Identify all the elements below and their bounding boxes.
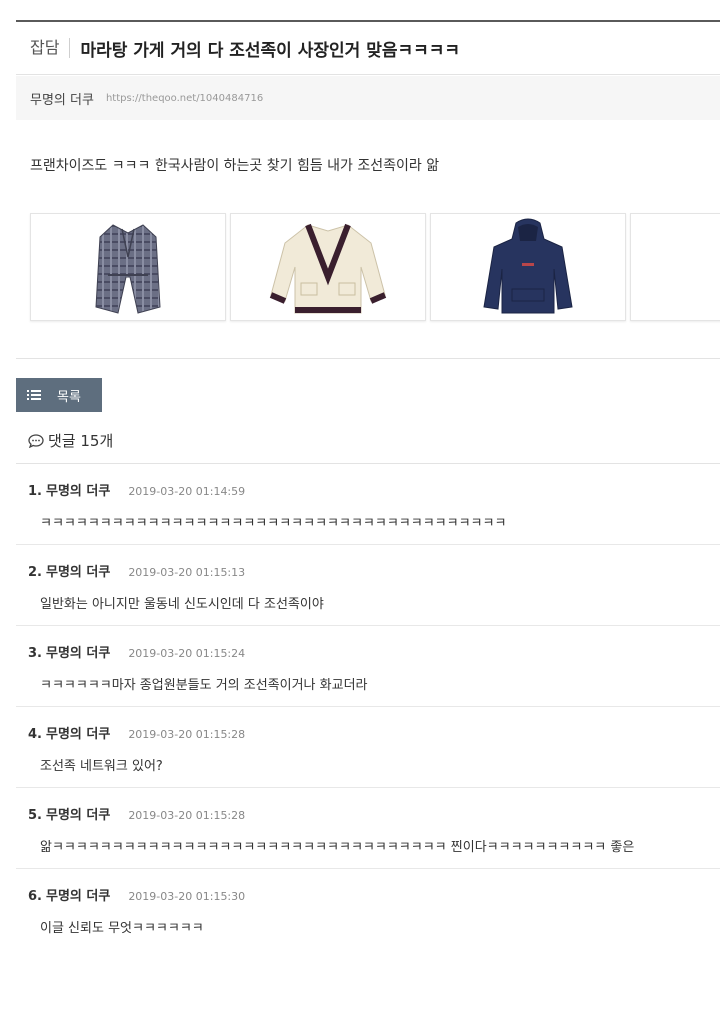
post-author: 무명의 더쿠 xyxy=(30,92,94,108)
comment-timestamp: 2019-03-20 01:15:28 xyxy=(128,728,246,741)
comment-number: 4. xyxy=(28,727,42,742)
post-url[interactable]: https://theqoo.net/1040484716 xyxy=(94,93,263,104)
navy-hoodie-image xyxy=(483,218,573,314)
product-strip xyxy=(30,213,720,321)
comment-timestamp: 2019-03-20 01:14:59 xyxy=(128,485,246,498)
comment-number: 2. xyxy=(28,565,42,580)
comment-text: 일반화는 아니지만 울동네 신도시인데 다 조선족이야 xyxy=(40,597,324,612)
comment-text: 조선족 네트워크 있어? xyxy=(40,759,163,774)
comments-header: 댓글 15개 xyxy=(28,430,113,451)
list-icon xyxy=(27,390,41,400)
comment-text: 이글 신뢰도 무엇ㅋㅋㅋㅋㅋㅋ xyxy=(40,921,204,936)
comment-number: 6. xyxy=(28,889,42,904)
comment-text: ㅋㅋㅋㅋㅋㅋ마자 종업원분들도 거의 조선족이거나 화교더라 xyxy=(40,678,368,693)
comment-item: 6. 무명의 더쿠 2019-03-20 01:15:30 이글 신뢰도 무엇ㅋ… xyxy=(16,869,720,949)
comment-number: 5. xyxy=(28,808,42,823)
comment-author: 무명의 더쿠 xyxy=(45,646,111,661)
post-meta-bar: 무명의 더쿠 https://theqoo.net/1040484716 xyxy=(16,76,720,120)
comment-author: 무명의 더쿠 xyxy=(45,484,111,499)
comment-author: 무명의 더쿠 xyxy=(45,565,111,580)
comment-item: 5. 무명의 더쿠 2019-03-20 01:15:28 앎ㅋㅋㅋㅋㅋㅋㅋㅋㅋ… xyxy=(16,788,720,869)
comment-author: 무명의 더쿠 xyxy=(45,808,111,823)
post-title-bar: 잡담 마라탕 가게 거의 다 조선족이 사장인거 맞음ㅋㅋㅋㅋ xyxy=(16,22,720,75)
comment-count: 댓글 15개 xyxy=(48,432,114,450)
comment-text: 앎ㅋㅋㅋㅋㅋㅋㅋㅋㅋㅋㅋㅋㅋㅋㅋㅋㅋㅋㅋㅋㅋㅋㅋㅋㅋㅋㅋㅋㅋㅋㅋㅋㅋ 찐이다ㅋㅋ… xyxy=(40,840,635,855)
cream-cardigan-image xyxy=(269,223,387,314)
list-button-label: 목록 xyxy=(57,389,81,405)
post-body: 프랜차이즈도 ㅋㅋㅋ 한국사람이 하는곳 찾기 힘듬 내가 조선족이라 앎 xyxy=(30,158,440,174)
plaid-jacket-image xyxy=(95,224,161,314)
comment-timestamp: 2019-03-20 01:15:13 xyxy=(128,566,246,579)
comment-list: 1. 무명의 더쿠 2019-03-20 01:14:59 ㅋㅋㅋㅋㅋㅋㅋㅋㅋㅋ… xyxy=(16,463,720,949)
comment-timestamp: 2019-03-20 01:15:28 xyxy=(128,809,246,822)
product-card[interactable] xyxy=(430,213,626,321)
post-title: 마라탕 가게 거의 다 조선족이 사장인거 맞음ㅋㅋㅋㅋ xyxy=(80,40,461,61)
comment-timestamp: 2019-03-20 01:15:24 xyxy=(128,647,246,660)
comment-item: 1. 무명의 더쿠 2019-03-20 01:14:59 ㅋㅋㅋㅋㅋㅋㅋㅋㅋㅋ… xyxy=(16,464,720,545)
comment-item: 3. 무명의 더쿠 2019-03-20 01:15:24 ㅋㅋㅋㅋㅋㅋ마자 종… xyxy=(16,626,720,707)
comment-text: ㅋㅋㅋㅋㅋㅋㅋㅋㅋㅋㅋㅋㅋㅋㅋㅋㅋㅋㅋㅋㅋㅋㅋㅋㅋㅋㅋㅋㅋㅋㅋㅋㅋㅋㅋㅋㅋㅋㅋ xyxy=(40,516,507,531)
comment-author: 무명의 더쿠 xyxy=(45,889,111,904)
product-card[interactable] xyxy=(230,213,426,321)
product-card[interactable] xyxy=(630,213,720,321)
post-category[interactable]: 잡담 xyxy=(16,38,71,58)
comment-number: 3. xyxy=(28,646,42,661)
comment-timestamp: 2019-03-20 01:15:30 xyxy=(128,890,246,903)
comment-item: 2. 무명의 더쿠 2019-03-20 01:15:13 일반화는 아니지만 … xyxy=(16,545,720,626)
product-card[interactable] xyxy=(30,213,226,321)
comment-author: 무명의 더쿠 xyxy=(45,727,111,742)
list-button[interactable]: 목록 xyxy=(16,378,102,412)
comment-item: 4. 무명의 더쿠 2019-03-20 01:15:28 조선족 네트워크 있… xyxy=(16,707,720,788)
speech-bubble-icon xyxy=(28,433,44,448)
post-page: 잡담 마라탕 가게 거의 다 조선족이 사장인거 맞음ㅋㅋㅋㅋ 무명의 더쿠 h… xyxy=(0,0,720,1010)
content-divider xyxy=(16,358,720,359)
comment-number: 1. xyxy=(28,484,42,499)
